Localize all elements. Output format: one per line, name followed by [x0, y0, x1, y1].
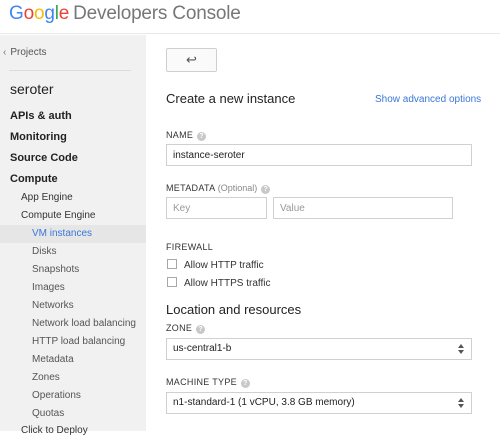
sidebar-item-quotas[interactable]: Quotas: [32, 408, 64, 419]
sidebar: ‹ Projects seroter APIs & auth Monitoring…: [0, 35, 146, 436]
sidebar-item-snapshots[interactable]: Snapshots: [32, 264, 79, 275]
instance-name-input[interactable]: [166, 144, 472, 166]
logo-letter: g: [44, 3, 55, 24]
zone-select[interactable]: us-central1-b: [166, 338, 472, 360]
machine-type-label: MACHINE TYPE?: [166, 377, 250, 388]
sidebar-item-monitoring[interactable]: Monitoring: [10, 131, 67, 143]
logo-letter: o: [23, 3, 35, 24]
chevron-left-icon: ‹: [3, 47, 7, 58]
sidebar-item-compute-engine[interactable]: Compute Engine: [21, 210, 96, 221]
sidebar-item-networks[interactable]: Networks: [32, 300, 74, 311]
back-button[interactable]: ↩: [166, 48, 217, 72]
sidebar-item-vm-instances[interactable]: VM instances: [32, 228, 92, 239]
sidebar-item-images[interactable]: Images: [32, 282, 65, 293]
google-developers-console-logo[interactable]: Google Developers Console: [9, 3, 241, 25]
logo-letter: e: [58, 3, 70, 24]
allow-http-row[interactable]: Allow HTTP traffic: [167, 259, 264, 271]
firewall-label: FIREWALL: [166, 242, 214, 252]
sidebar-item-zones[interactable]: Zones: [32, 372, 60, 383]
sidebar-item-app-engine[interactable]: App Engine: [21, 192, 73, 203]
help-icon[interactable]: ?: [196, 325, 206, 334]
sidebar-item-disks[interactable]: Disks: [32, 246, 56, 257]
sidebar-divider: [9, 70, 131, 71]
select-arrows-icon: [458, 344, 464, 354]
metadata-key-input[interactable]: [166, 197, 267, 219]
zone-select-value: us-central1-b: [173, 343, 232, 354]
logo-letter: G: [9, 3, 24, 24]
sidebar-item-operations[interactable]: Operations: [32, 390, 81, 401]
optional-hint: (Optional): [217, 183, 258, 193]
sidebar-item-metadata[interactable]: Metadata: [32, 354, 74, 365]
help-icon[interactable]: ?: [240, 379, 250, 388]
page-title: Create a new instance: [166, 91, 296, 106]
help-icon[interactable]: ?: [197, 132, 207, 141]
metadata-value-input[interactable]: [273, 197, 453, 219]
sidebar-item-http-load-balancing[interactable]: HTTP load balancing: [32, 336, 125, 347]
allow-https-checkbox[interactable]: [167, 277, 177, 287]
location-resources-heading: Location and resources: [166, 302, 302, 317]
projects-link[interactable]: ‹ Projects: [3, 47, 46, 58]
logo-letter: o: [33, 3, 45, 24]
top-header: Google Developers Console: [0, 0, 500, 34]
sidebar-item-source-code[interactable]: Source Code: [10, 152, 78, 164]
machine-type-label-text: MACHINE TYPE: [166, 377, 237, 387]
logo-product-name: Developers Console: [73, 3, 241, 24]
projects-link-label: Projects: [10, 47, 47, 58]
sidebar-item-network-load-balancing[interactable]: Network load balancing: [32, 318, 136, 329]
sidebar-item-apis-auth[interactable]: APIs & auth: [10, 110, 72, 122]
name-label: NAME?: [166, 130, 207, 141]
help-icon[interactable]: ?: [261, 185, 271, 194]
machine-type-select[interactable]: n1-standard-1 (1 vCPU, 3.8 GB memory): [166, 392, 472, 414]
metadata-label-text: METADATA: [166, 183, 215, 193]
name-label-text: NAME: [166, 130, 194, 140]
allow-http-checkbox[interactable]: [167, 259, 177, 269]
show-advanced-options-link[interactable]: Show advanced options: [375, 94, 481, 105]
machine-type-select-value: n1-standard-1 (1 vCPU, 3.8 GB memory): [173, 397, 355, 408]
allow-https-label: Allow HTTPS traffic: [184, 278, 271, 289]
project-name[interactable]: seroter: [10, 81, 54, 97]
allow-http-label: Allow HTTP traffic: [184, 260, 264, 271]
arrow-left-icon: ↩: [186, 52, 197, 67]
allow-https-row[interactable]: Allow HTTPS traffic: [167, 277, 271, 289]
zone-label: ZONE?: [166, 323, 206, 334]
zone-label-text: ZONE: [166, 323, 193, 333]
sidebar-item-compute[interactable]: Compute: [10, 173, 58, 185]
select-arrows-icon: [458, 398, 464, 408]
metadata-label: METADATA (Optional)?: [166, 183, 271, 194]
